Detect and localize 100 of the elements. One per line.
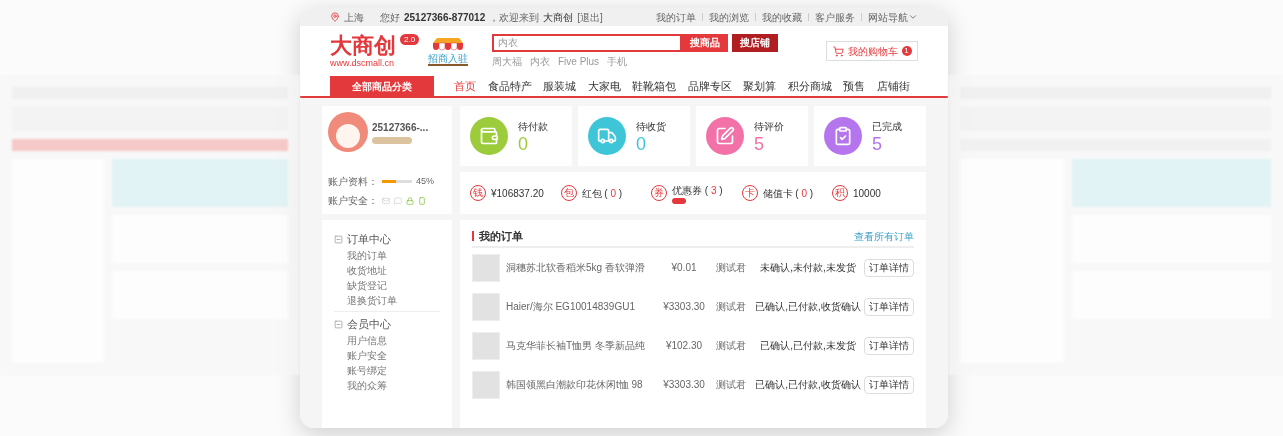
sidebar-item[interactable]: 账号绑定 (334, 363, 440, 378)
order-buyer: 测试君 (715, 378, 747, 392)
logout-link[interactable]: [退出] (577, 9, 603, 25)
nav-tab[interactable]: 食品特产 (487, 76, 532, 96)
product-name[interactable]: 韩国领黑白潮款印花休闲t恤 98 (506, 377, 658, 392)
top-link[interactable]: 网站导航 (868, 9, 908, 25)
top-link[interactable]: 我的收藏 (762, 9, 802, 25)
profile-percent-text: 45% (416, 174, 434, 188)
product-photo-placeholder[interactable] (472, 370, 500, 399)
collapse-icon[interactable] (334, 319, 343, 329)
nav-tab[interactable]: 预售 (843, 76, 866, 96)
logo-text[interactable]: 大商创 (330, 34, 396, 58)
version-badge: 2.0 (400, 34, 420, 45)
product-photo-placeholder[interactable] (472, 253, 500, 282)
lock-icon (406, 196, 414, 205)
status-count: 0 (518, 133, 529, 154)
order-price: ¥0.01 (670, 261, 698, 275)
order-status: 未确认,未付款,未发货 (759, 261, 857, 275)
order-details-button[interactable]: 订单详情 (864, 336, 914, 355)
status-label: 待收货 (636, 119, 666, 134)
username-text: 25127366-... (372, 121, 429, 135)
order-status: 已确认,已付款,收货确认 (754, 378, 862, 392)
product-name[interactable]: Haier/海尔 EG10014839GU1 (506, 299, 658, 314)
order-price: ¥102.30 (664, 339, 704, 353)
chevron-down-icon (908, 12, 918, 22)
nav-tab[interactable]: 品牌专区 (687, 76, 732, 96)
order-buyer: 测试君 (715, 339, 747, 353)
site-name-text: 大商创 (543, 10, 574, 25)
member-level-badge (372, 137, 412, 144)
nav-tab[interactable]: 大家电 (587, 76, 621, 96)
order-status-tile[interactable]: 待付款 0 (460, 106, 572, 166)
order-status-tile[interactable]: 待收货 0 (578, 106, 690, 166)
cart-button[interactable]: 我的购物车 1 (826, 41, 918, 61)
phone-icon (418, 196, 426, 205)
order-status: 已确认,已付款,收货确认 (754, 300, 862, 314)
sidebar-item[interactable]: 退换货订单 (334, 293, 440, 308)
order-buyer: 测试君 (715, 300, 747, 314)
nav-tab[interactable]: 积分商城 (787, 76, 832, 96)
asset-value: ¥106837.20 (491, 186, 544, 201)
status-label: 待付款 (518, 119, 548, 134)
collapse-icon[interactable] (334, 234, 343, 244)
security-label: 账户安全： (328, 194, 378, 208)
order-price: ¥3303.30 (662, 378, 706, 392)
asset-label[interactable]: 红包 ( 0 ) (581, 185, 623, 201)
order-buyer: 测试君 (715, 261, 747, 275)
sidebar-item[interactable]: 我的众筹 (334, 378, 440, 393)
nav-tab[interactable]: 店铺街 (876, 76, 910, 96)
top-link[interactable]: 我的订单 (656, 9, 696, 25)
order-status-tile[interactable]: 待评价 5 (696, 106, 808, 166)
nav-tab[interactable]: 聚划算 (743, 76, 777, 96)
orders-title: 我的订单 (479, 228, 523, 244)
nav-tab[interactable]: 服装城 (543, 76, 577, 96)
status-label: 已完成 (872, 119, 902, 134)
asset-value: 10000 (853, 186, 881, 201)
coupon-tag-icon (672, 197, 686, 204)
top-link[interactable]: 我的浏览 (709, 9, 749, 25)
pen-icon (715, 126, 735, 146)
location-pin-icon (330, 12, 340, 22)
message-icon (394, 196, 402, 205)
sidebar-group-title[interactable]: 订单中心 (347, 230, 391, 248)
wallet-icon (479, 126, 499, 146)
mail-icon (382, 196, 390, 205)
clipboard-check-icon (833, 126, 853, 146)
cart-icon (832, 45, 844, 57)
order-details-button[interactable]: 订单详情 (864, 258, 914, 277)
all-categories-button[interactable]: 全部商品分类 (330, 76, 434, 96)
sidebar-item[interactable]: 账户安全 (334, 348, 440, 363)
sidebar-item[interactable]: 收货地址 (334, 263, 440, 278)
sidebar-group-title[interactable]: 会员中心 (347, 315, 391, 333)
nav-tab[interactable]: 鞋靴箱包 (632, 76, 677, 96)
location-text[interactable]: 上海 (344, 9, 364, 25)
status-count: 0 (636, 133, 647, 154)
top-link[interactable]: 客户服务 (815, 9, 855, 25)
order-details-button[interactable]: 订单详情 (864, 375, 914, 394)
shop-awning-icon (431, 36, 465, 53)
username-text: 25127366-877012 (404, 10, 486, 25)
order-price: ¥3303.30 (662, 300, 706, 314)
status-count: 5 (872, 133, 883, 154)
product-name[interactable]: 洞穗苏北软香稻米5kg 香软弹滑 (506, 260, 658, 275)
truck-icon (597, 126, 617, 146)
order-details-button[interactable]: 订单详情 (864, 297, 914, 316)
status-label: 待评价 (754, 119, 784, 134)
sidebar-item[interactable]: 我的订单 (334, 248, 440, 263)
search-products-button[interactable]: 搜商品 (682, 33, 728, 52)
profile-label: 账户资料： (328, 175, 378, 189)
asset-label[interactable]: 优惠券 ( 3 ) (672, 182, 723, 198)
search-field[interactable]: 内衣 (492, 33, 682, 52)
site-url-text: www.dscmall.cn (330, 58, 395, 68)
asset-label[interactable]: 储值卡 ( 0 ) (762, 185, 814, 201)
search-shops-button[interactable]: 搜店铺 (732, 33, 778, 52)
avatar-icon (328, 112, 368, 152)
order-status-tile[interactable]: 已完成 5 (814, 106, 926, 166)
product-photo-placeholder[interactable] (472, 292, 500, 321)
product-name[interactable]: 马克华菲长袖T恤男 冬季新品纯 (506, 338, 658, 353)
sidebar-item[interactable]: 缺货登记 (334, 278, 440, 293)
product-photo-placeholder[interactable] (472, 331, 500, 360)
nav-tab[interactable]: 首页 (454, 76, 476, 96)
welcome-text: ，欢迎来到 (489, 10, 540, 25)
sidebar-item[interactable]: 用户信息 (334, 333, 440, 348)
greeting-text: 您好 (380, 10, 400, 25)
